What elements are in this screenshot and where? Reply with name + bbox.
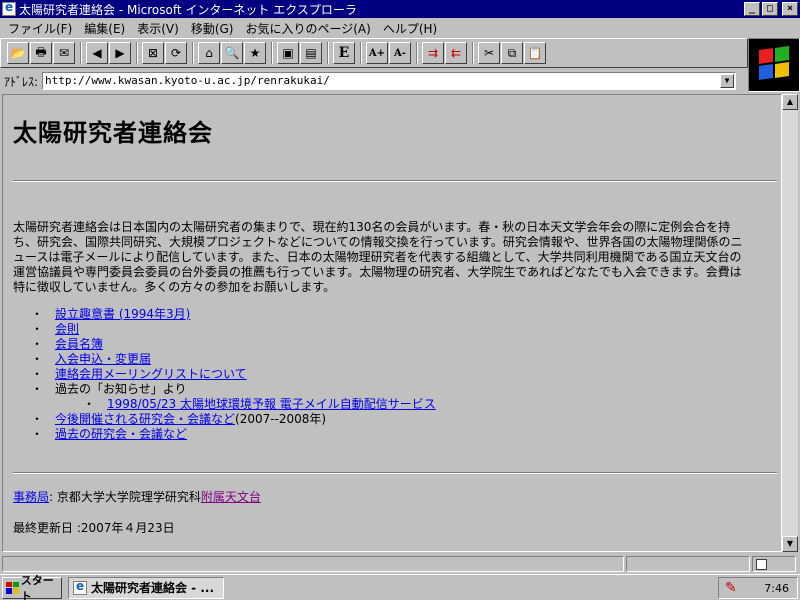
forward-icon[interactable]: ▶ bbox=[109, 42, 131, 64]
menu-favorites[interactable]: お気に入りのページ(A) bbox=[239, 20, 376, 37]
channels-icon[interactable]: ▤ bbox=[300, 42, 322, 64]
list-item: 設立趣意書 (1994年3月) bbox=[31, 307, 781, 322]
address-label: ｱﾄﾞﾚｽ: bbox=[4, 74, 39, 89]
toolbar-separator bbox=[416, 42, 418, 64]
windows-flag-icon bbox=[6, 581, 19, 594]
back-icon[interactable]: ◀ bbox=[86, 42, 108, 64]
start-label: スタート bbox=[20, 573, 54, 600]
upcoming-years: (2007--2008年) bbox=[235, 412, 327, 426]
link-members[interactable]: 会員名簿 bbox=[55, 337, 103, 351]
link-application[interactable]: 入会申込・変更届 bbox=[55, 352, 151, 366]
sub-list: 1998/05/23 太陽地球環境予報 電子メイル自動配信サービス bbox=[83, 397, 781, 412]
zone-icon bbox=[756, 558, 767, 570]
title-bar[interactable]: 太陽研究者連絡会 - Microsoft インターネット エクスプローラ _ □… bbox=[0, 0, 800, 18]
window-title: 太陽研究者連絡会 - Microsoft インターネット エクスプローラ bbox=[19, 2, 357, 17]
clock[interactable]: 7:46 bbox=[764, 582, 789, 595]
link-upcoming[interactable]: 今後開催される研究会・会議など bbox=[55, 412, 235, 426]
link-list: 設立趣意書 (1994年3月) 会則 会員名簿 入会申込・変更届 連絡会用メーリ… bbox=[31, 307, 781, 442]
toolbar-separator bbox=[136, 42, 138, 64]
stop-icon[interactable]: ⊠ bbox=[142, 42, 164, 64]
home-icon[interactable]: ⌂ bbox=[198, 42, 220, 64]
status-bar bbox=[0, 554, 800, 574]
scroll-up-icon[interactable]: ▲ bbox=[782, 94, 798, 110]
address-dropdown-icon[interactable]: ▼ bbox=[720, 74, 735, 88]
menu-file[interactable]: ファイル(F) bbox=[2, 20, 78, 37]
toolbar-separator bbox=[271, 42, 273, 64]
office-line: 事務局: 京都大学大学院理学研究科附属天文台 bbox=[13, 488, 781, 505]
office-affiliation: : 京都大学大学院理学研究科 bbox=[49, 490, 201, 504]
windows-logo-icon bbox=[748, 38, 800, 92]
list-item: 会員名簿 bbox=[31, 337, 781, 352]
fullscreen-icon[interactable]: ▣ bbox=[277, 42, 299, 64]
status-progress-cell bbox=[626, 556, 750, 572]
taskbar-item-label: 太陽研究者連絡会 - ... bbox=[91, 581, 215, 595]
link-mailinglist[interactable]: 連絡会用メーリングリストについて bbox=[55, 367, 247, 381]
copy-icon[interactable]: ⧉ bbox=[501, 42, 523, 64]
font-larger-icon[interactable]: A+ bbox=[366, 42, 388, 64]
status-zone-cell bbox=[752, 556, 796, 572]
address-url: http://www.kwasan.kyoto-u.ac.jp/renrakuk… bbox=[45, 74, 330, 87]
menu-view[interactable]: 表示(V) bbox=[131, 20, 185, 37]
menu-go[interactable]: 移動(G) bbox=[185, 20, 240, 37]
mail-icon[interactable]: ✉ bbox=[53, 42, 75, 64]
vertical-scrollbar[interactable]: ▲ ▼ bbox=[782, 94, 798, 552]
print-icon[interactable]: 🖶 bbox=[30, 42, 52, 64]
toolbar: 📂 🖶 ✉ ◀ ▶ ⊠ ⟳ ⌂ 🔍 ★ ▣ ▤ E A+ A- ⇉ ⇇ ✂ ⧉ … bbox=[0, 38, 748, 68]
open-icon[interactable]: 📂 bbox=[7, 42, 29, 64]
outdent-icon[interactable]: ⇇ bbox=[445, 42, 467, 64]
indent-icon[interactable]: ⇉ bbox=[422, 42, 444, 64]
link-forecast-service[interactable]: 1998/05/23 太陽地球環境予報 電子メイル自動配信サービス bbox=[107, 397, 436, 411]
list-item: 過去の研究会・会議など bbox=[31, 427, 781, 442]
maximize-button[interactable]: □ bbox=[762, 2, 778, 16]
status-text-cell bbox=[2, 556, 624, 572]
page-content: 太陽研究者連絡会 太陽研究者連絡会は日本国内の太陽研究者の集まりで、現在約130… bbox=[2, 94, 782, 552]
ie-app-icon[interactable] bbox=[2, 0, 16, 16]
search-icon[interactable]: 🔍 bbox=[221, 42, 243, 64]
list-item: 今後開催される研究会・会議など(2007--2008年) bbox=[31, 412, 781, 427]
menu-edit[interactable]: 編集(E) bbox=[78, 20, 131, 37]
list-item: 連絡会用メーリングリストについて bbox=[31, 367, 781, 382]
minimize-button[interactable]: _ bbox=[744, 2, 760, 16]
list-item: 入会申込・変更届 bbox=[31, 352, 781, 367]
start-button[interactable]: スタート bbox=[2, 574, 62, 600]
intro-paragraph: 太陽研究者連絡会は日本国内の太陽研究者の集まりで、現在約130名の会員がいます。… bbox=[13, 220, 743, 294]
taskbar: スタート 太陽研究者連絡会 - ... ✎ 7:46 bbox=[0, 574, 800, 600]
taskbar-item-ie[interactable]: 太陽研究者連絡会 - ... bbox=[68, 576, 224, 599]
list-item: 1998/05/23 太陽地球環境予報 電子メイル自動配信サービス bbox=[83, 397, 781, 412]
list-item: 過去の「お知らせ」より 1998/05/23 太陽地球環境予報 電子メイル自動配… bbox=[31, 382, 781, 412]
toolbar-separator bbox=[192, 42, 194, 64]
paste-icon[interactable]: 📋 bbox=[524, 42, 546, 64]
favorites-icon[interactable]: ★ bbox=[244, 42, 266, 64]
last-updated: 最終更新日 :2007年４月23日 bbox=[13, 521, 175, 535]
scroll-down-icon[interactable]: ▼ bbox=[782, 536, 798, 552]
refresh-icon[interactable]: ⟳ bbox=[165, 42, 187, 64]
link-past-meetings[interactable]: 過去の研究会・会議など bbox=[55, 427, 187, 441]
edit-icon[interactable]: E bbox=[333, 42, 355, 64]
link-rules[interactable]: 会則 bbox=[55, 322, 79, 336]
past-news-label: 過去の「お知らせ」より bbox=[55, 382, 187, 396]
address-bar: ｱﾄﾞﾚｽ: http://www.kwasan.kyoto-u.ac.jp/r… bbox=[0, 70, 748, 92]
link-prospectus[interactable]: 設立趣意書 (1994年3月) bbox=[55, 307, 190, 321]
ie-small-icon bbox=[73, 579, 87, 595]
cut-icon[interactable]: ✂ bbox=[478, 42, 500, 64]
toolbar-separator bbox=[80, 42, 82, 64]
menu-help[interactable]: ヘルプ(H) bbox=[377, 20, 443, 37]
font-smaller-icon[interactable]: A- bbox=[389, 42, 411, 64]
divider bbox=[13, 180, 777, 182]
link-observatory[interactable]: 附属天文台 bbox=[201, 490, 261, 504]
list-item: 会則 bbox=[31, 322, 781, 337]
toolbar-separator bbox=[327, 42, 329, 64]
close-button[interactable]: × bbox=[782, 2, 798, 16]
ime-pen-icon[interactable]: ✎ bbox=[725, 580, 737, 596]
system-tray: ✎ 7:46 bbox=[718, 577, 798, 599]
link-office[interactable]: 事務局 bbox=[13, 490, 49, 504]
toolbar-separator bbox=[360, 42, 362, 64]
toolbar-separator bbox=[472, 42, 474, 64]
page-heading: 太陽研究者連絡会 bbox=[13, 119, 213, 147]
menu-bar: ファイル(F) 編集(E) 表示(V) 移動(G) お気に入りのページ(A) ヘ… bbox=[0, 18, 800, 38]
divider bbox=[13, 472, 777, 474]
address-input[interactable]: http://www.kwasan.kyoto-u.ac.jp/renrakuk… bbox=[42, 72, 737, 90]
